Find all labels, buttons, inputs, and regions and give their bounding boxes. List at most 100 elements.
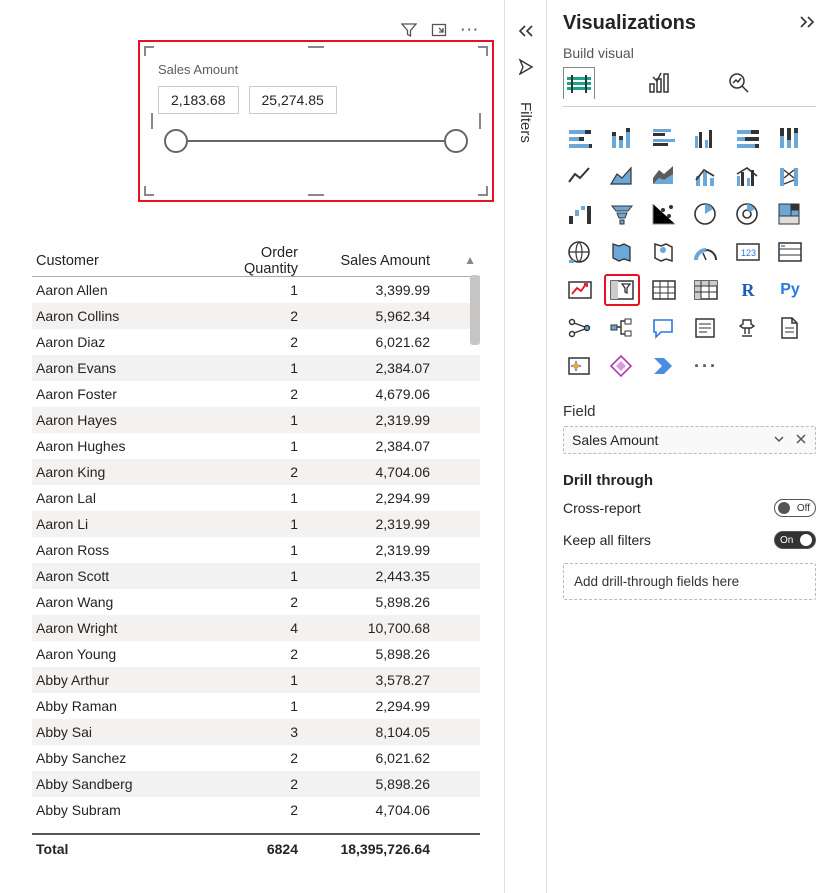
- table-row[interactable]: Aaron Foster24,679.06: [32, 381, 480, 407]
- tab-build-visual[interactable]: [563, 67, 595, 99]
- area-chart-icon[interactable]: [605, 161, 639, 191]
- smart-narrative-icon[interactable]: [689, 313, 723, 343]
- slicer-icon[interactable]: [605, 275, 639, 305]
- table-row[interactable]: Abby Sandberg25,898.26: [32, 771, 480, 797]
- stacked-column-icon[interactable]: [605, 123, 639, 153]
- slicer-slider[interactable]: [176, 140, 456, 142]
- table-row[interactable]: Aaron Allen13,399.99: [32, 277, 480, 303]
- clustered-bar-icon[interactable]: [647, 123, 681, 153]
- get-more-visuals-icon[interactable]: ···: [689, 351, 723, 381]
- table-row[interactable]: Aaron Hayes12,319.99: [32, 407, 480, 433]
- filters-pane-collapsed[interactable]: Filters: [505, 0, 547, 893]
- 100-stacked-bar-icon[interactable]: [731, 123, 765, 153]
- field-remove-icon[interactable]: [795, 433, 807, 448]
- key-influencers-icon[interactable]: [563, 313, 597, 343]
- cell-customer: Abby Sanchez: [36, 750, 204, 766]
- table-row[interactable]: Aaron Ross12,319.99: [32, 537, 480, 563]
- col-header-customer[interactable]: Customer: [36, 253, 204, 269]
- gauge-icon[interactable]: [689, 237, 723, 267]
- arcgis-icon[interactable]: [563, 351, 597, 381]
- table-row[interactable]: Aaron Young25,898.26: [32, 641, 480, 667]
- stacked-bar-icon[interactable]: [563, 123, 597, 153]
- table-icon[interactable]: [647, 275, 681, 305]
- table-row[interactable]: Abby Arthur13,578.27: [32, 667, 480, 693]
- table-row[interactable]: Aaron King24,704.06: [32, 459, 480, 485]
- table-row[interactable]: Aaron Hughes12,384.07: [32, 433, 480, 459]
- cell-customer: Aaron Ross: [36, 542, 204, 558]
- table-row[interactable]: Abby Sanchez26,021.62: [32, 745, 480, 771]
- scatter-icon[interactable]: [647, 199, 681, 229]
- col-header-qty[interactable]: Order Quantity: [204, 245, 316, 277]
- cell-qty: 1: [204, 360, 316, 376]
- cell-amount: 6,021.62: [316, 334, 430, 350]
- table-row[interactable]: Aaron Diaz26,021.62: [32, 329, 480, 355]
- report-canvas[interactable]: ··· Sales Amount 2,183.68 25,274.85 ▲ Cu…: [0, 0, 505, 893]
- treemap-icon[interactable]: [773, 199, 807, 229]
- cell-amount: 2,294.99: [316, 698, 430, 714]
- field-dropdown-icon[interactable]: [773, 433, 785, 448]
- azure-map-icon[interactable]: [647, 237, 681, 267]
- cell-customer: Aaron Young: [36, 646, 204, 662]
- paginated-report-icon[interactable]: [773, 313, 807, 343]
- filled-map-icon[interactable]: [605, 237, 639, 267]
- slider-thumb-min[interactable]: [164, 129, 188, 153]
- funnel-icon[interactable]: [605, 199, 639, 229]
- col-header-amount[interactable]: Sales Amount: [316, 253, 430, 269]
- 100-stacked-column-icon[interactable]: [773, 123, 807, 153]
- field-chip[interactable]: Sales Amount: [572, 432, 767, 448]
- collapse-left-icon[interactable]: [517, 24, 535, 41]
- cross-report-toggle[interactable]: Off: [774, 499, 816, 517]
- table-row[interactable]: Aaron Li12,319.99: [32, 511, 480, 537]
- table-scrollbar[interactable]: [470, 275, 480, 345]
- tab-analytics[interactable]: [723, 67, 755, 99]
- multi-row-card-icon[interactable]: [773, 237, 807, 267]
- power-apps-icon[interactable]: [605, 351, 639, 381]
- table-row[interactable]: Aaron Wang25,898.26: [32, 589, 480, 615]
- goals-icon[interactable]: [731, 313, 765, 343]
- clustered-column-icon[interactable]: [689, 123, 723, 153]
- more-options-icon[interactable]: ···: [461, 22, 480, 41]
- table-row[interactable]: Aaron Wright410,700.68: [32, 615, 480, 641]
- r-visual-icon[interactable]: R: [731, 275, 765, 305]
- field-well[interactable]: Sales Amount: [563, 426, 816, 454]
- tab-format-visual[interactable]: [643, 67, 675, 99]
- filters-icon[interactable]: [517, 57, 535, 78]
- stacked-area-icon[interactable]: [647, 161, 681, 191]
- keep-filters-toggle[interactable]: On: [774, 531, 816, 549]
- matrix-icon[interactable]: [689, 275, 723, 305]
- power-automate-icon[interactable]: [647, 351, 681, 381]
- table-row[interactable]: Aaron Collins25,962.34: [32, 303, 480, 329]
- table-row[interactable]: Abby Sai38,104.05: [32, 719, 480, 745]
- table-row[interactable]: Aaron Scott12,443.35: [32, 563, 480, 589]
- table-visual[interactable]: ▲ Customer Order Quantity Sales Amount A…: [32, 245, 480, 863]
- table-row[interactable]: Aaron Lal12,294.99: [32, 485, 480, 511]
- ribbon-chart-icon[interactable]: [773, 161, 807, 191]
- slicer-to-input[interactable]: 25,274.85: [249, 86, 337, 114]
- decomposition-tree-icon[interactable]: [605, 313, 639, 343]
- cell-amount: 5,898.26: [316, 594, 430, 610]
- pie-icon[interactable]: [689, 199, 723, 229]
- drill-drop-area[interactable]: Add drill-through fields here: [563, 563, 816, 600]
- line-clustered-column-icon[interactable]: [731, 161, 765, 191]
- qa-icon[interactable]: [647, 313, 681, 343]
- table-row[interactable]: Aaron Evans12,384.07: [32, 355, 480, 381]
- map-icon[interactable]: [563, 237, 597, 267]
- waterfall-icon[interactable]: [563, 199, 597, 229]
- card-icon[interactable]: 123: [731, 237, 765, 267]
- line-chart-icon[interactable]: [563, 161, 597, 191]
- kpi-icon[interactable]: [563, 275, 597, 305]
- sort-caret-icon[interactable]: ▲: [464, 253, 476, 267]
- focus-mode-icon[interactable]: [431, 22, 447, 41]
- table-row[interactable]: Abby Raman12,294.99: [32, 693, 480, 719]
- donut-icon[interactable]: [731, 199, 765, 229]
- cell-customer: Aaron Hayes: [36, 412, 204, 428]
- slicer-from-input[interactable]: 2,183.68: [158, 86, 239, 114]
- cross-report-label: Cross-report: [563, 500, 641, 516]
- python-visual-icon[interactable]: Py: [773, 275, 807, 305]
- table-row[interactable]: Abby Subram24,704.06: [32, 797, 480, 823]
- slider-thumb-max[interactable]: [444, 129, 468, 153]
- expand-right-icon[interactable]: [798, 15, 816, 32]
- slicer-visual[interactable]: Sales Amount 2,183.68 25,274.85: [138, 40, 494, 202]
- filter-icon[interactable]: [401, 22, 417, 41]
- line-stacked-column-icon[interactable]: [689, 161, 723, 191]
